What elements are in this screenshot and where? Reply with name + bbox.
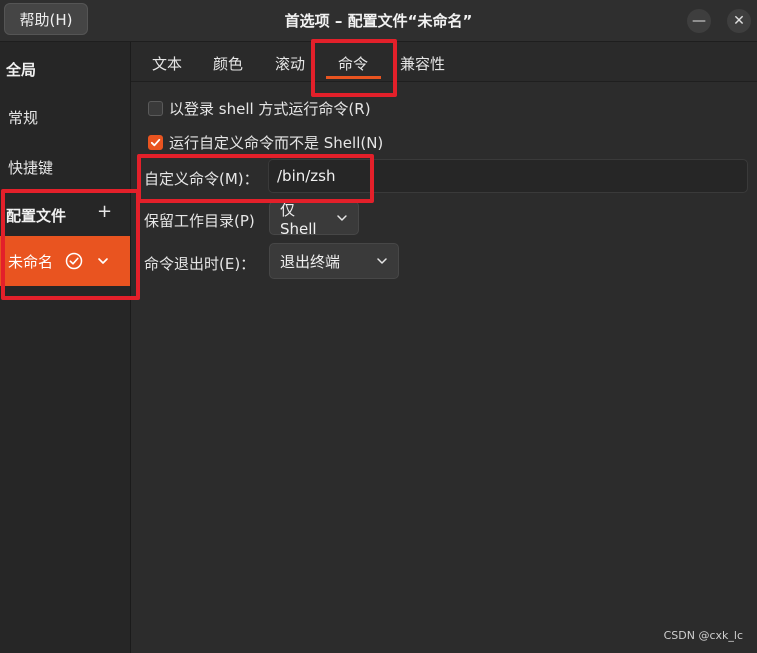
on-exit-label: 命令退出时(E)： [144,255,256,273]
sidebar-item-profile[interactable]: 未命名 [0,236,130,286]
chevron-down-icon[interactable] [97,255,109,267]
preserve-dir-dropdown[interactable]: 仅 Shell [269,200,359,238]
window-title: 首选项 – 配置文件“未命名” [284,12,473,30]
command-settings-panel: 以登录 shell 方式运行命令(R) 运行自定义命令而不是 Shell(N) … [131,83,757,653]
custom-command-value: /bin/zsh [277,167,336,185]
chevron-down-icon [337,215,347,221]
title-bar: 帮助(H) 首选项 – 配置文件“未命名” — ✕ [0,0,757,42]
close-icon: ✕ [733,13,745,29]
watermark: CSDN @cxk_lc [663,629,743,642]
active-tab-indicator [326,76,381,79]
add-profile-button[interactable]: + [97,201,112,222]
sidebar-heading-profiles: 配置文件 [6,207,67,225]
on-exit-value: 退出终端 [280,252,341,271]
profile-name: 未命名 [8,252,54,271]
login-shell-option[interactable]: 以登录 shell 方式运行命令(R) [148,98,371,119]
tab-bar: 文本 颜色 滚动 命令 兼容性 [131,42,757,82]
tab-scrolling[interactable]: 滚动 [275,53,305,74]
plus-icon: + [97,201,113,222]
sidebar-heading-global: 全局 [6,61,37,79]
tab-command[interactable]: 命令 [338,53,368,74]
preserve-dir-label: 保留工作目录(P) [144,212,255,230]
custom-command-toggle-label: 运行自定义命令而不是 Shell(N) [169,134,384,152]
custom-command-option[interactable]: 运行自定义命令而不是 Shell(N) [148,132,383,153]
minimize-icon: — [692,13,706,29]
checkmark-icon [150,138,161,147]
tab-text[interactable]: 文本 [152,53,182,74]
login-shell-checkbox[interactable] [148,101,163,116]
sidebar: 全局 常规 快捷键 配置文件 + 未命名 [0,42,131,653]
tab-compatibility[interactable]: 兼容性 [400,53,445,74]
close-button[interactable]: ✕ [727,9,751,33]
chevron-down-icon [377,258,387,264]
tab-colors[interactable]: 颜色 [213,53,243,74]
default-check-icon [65,252,83,270]
custom-command-checkbox[interactable] [148,135,163,150]
minimize-button[interactable]: — [687,9,711,33]
sidebar-item-general[interactable]: 常规 [8,107,38,128]
preferences-window: 帮助(H) 首选项 – 配置文件“未命名” — ✕ 全局 常规 快捷键 配置文件… [0,0,757,653]
login-shell-label: 以登录 shell 方式运行命令(R) [169,100,371,118]
preserve-dir-value: 仅 Shell [280,200,317,238]
custom-command-label: 自定义命令(M)： [144,170,259,188]
on-exit-dropdown[interactable]: 退出终端 [269,243,399,279]
custom-command-input[interactable]: /bin/zsh [268,159,748,193]
sidebar-item-shortcuts[interactable]: 快捷键 [8,157,53,178]
